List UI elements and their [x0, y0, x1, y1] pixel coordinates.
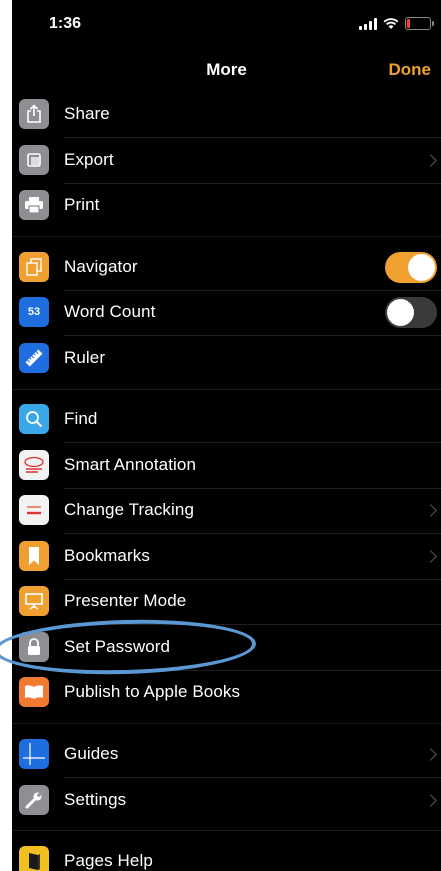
share-icon [19, 99, 49, 129]
section-divider [12, 389, 441, 390]
menu-item-label: Change Tracking [64, 500, 195, 519]
menu-item-publish-apple-books[interactable]: Publish to Apple Books [12, 669, 441, 715]
chevron-right-icon [424, 747, 437, 761]
status-icons [359, 17, 434, 30]
word-count-toggle[interactable] [385, 296, 437, 328]
status-time: 1:36 [49, 15, 82, 32]
menu-item-label: Settings [64, 790, 127, 809]
guides-icon [19, 739, 49, 769]
toggle-knob [387, 298, 414, 326]
menu-item-export[interactable]: Export [12, 137, 441, 183]
menu-item-label: Export [64, 150, 114, 169]
menu-item-label: Presenter Mode [64, 591, 187, 610]
menu-item-change-tracking[interactable]: Change Tracking [12, 487, 441, 533]
bookmark-icon [19, 541, 49, 571]
toggle-knob [408, 253, 435, 281]
chevron-right-icon [424, 503, 437, 517]
menu-item-pages-help[interactable]: Pages Help [12, 838, 441, 871]
section-divider [12, 236, 441, 237]
menu-item-presenter-mode[interactable]: Presenter Mode [12, 578, 441, 624]
word-count-badge: 53 [19, 297, 49, 327]
menu-item-label: Pages Help [64, 851, 153, 870]
menu-item-label: Publish to Apple Books [64, 682, 241, 701]
printer-icon [19, 190, 49, 220]
nav-title: More [206, 60, 247, 79]
menu-item-label: Print [64, 195, 100, 214]
menu-item-label: Navigator [64, 257, 138, 276]
navigator-toggle[interactable] [385, 251, 437, 283]
export-icon [19, 145, 49, 175]
menu-item-word-count[interactable]: 53 Word Count [12, 289, 441, 335]
menu-item-share[interactable]: Share [12, 91, 441, 137]
magnifier-icon [19, 404, 49, 434]
section-divider [12, 830, 441, 831]
menu-item-bookmarks[interactable]: Bookmarks [12, 533, 441, 579]
chevron-right-icon [424, 793, 437, 807]
cellular-signal-icon [359, 17, 377, 30]
ruler-icon [19, 343, 49, 373]
book-icon [19, 677, 49, 707]
chevron-right-icon [424, 549, 437, 563]
menu-item-guides[interactable]: Guides [12, 731, 441, 777]
menu-item-label: Find [64, 409, 98, 428]
menu-item-label: Bookmarks [64, 546, 150, 565]
navigator-icon [19, 252, 49, 282]
section-divider [12, 723, 441, 724]
menu-item-find[interactable]: Find [12, 396, 441, 442]
chevron-right-icon [424, 153, 437, 167]
help-book-icon [19, 846, 49, 871]
menu-item-smart-annotation[interactable]: Smart Annotation [12, 442, 441, 488]
wrench-icon [19, 785, 49, 815]
menu-item-label: Smart Annotation [64, 455, 197, 474]
tracking-icon [19, 495, 49, 525]
menu-item-label: Share [64, 104, 110, 123]
menu-item-print[interactable]: Print [12, 182, 441, 228]
more-menu-screen: 1:36 More Done Share Export Print Naviga… [12, 0, 441, 871]
done-button[interactable]: Done [389, 60, 432, 80]
menu-item-label: Guides [64, 744, 119, 763]
menu-item-ruler[interactable]: Ruler [12, 335, 441, 381]
menu-item-navigator[interactable]: Navigator [12, 244, 441, 290]
menu-item-label: Ruler [64, 348, 106, 367]
presenter-icon [19, 586, 49, 616]
battery-icon [405, 17, 434, 30]
wifi-icon [383, 17, 399, 29]
annotation-icon [19, 450, 49, 480]
menu-item-label: Word Count [64, 302, 156, 321]
menu-item-settings[interactable]: Settings [12, 777, 441, 823]
